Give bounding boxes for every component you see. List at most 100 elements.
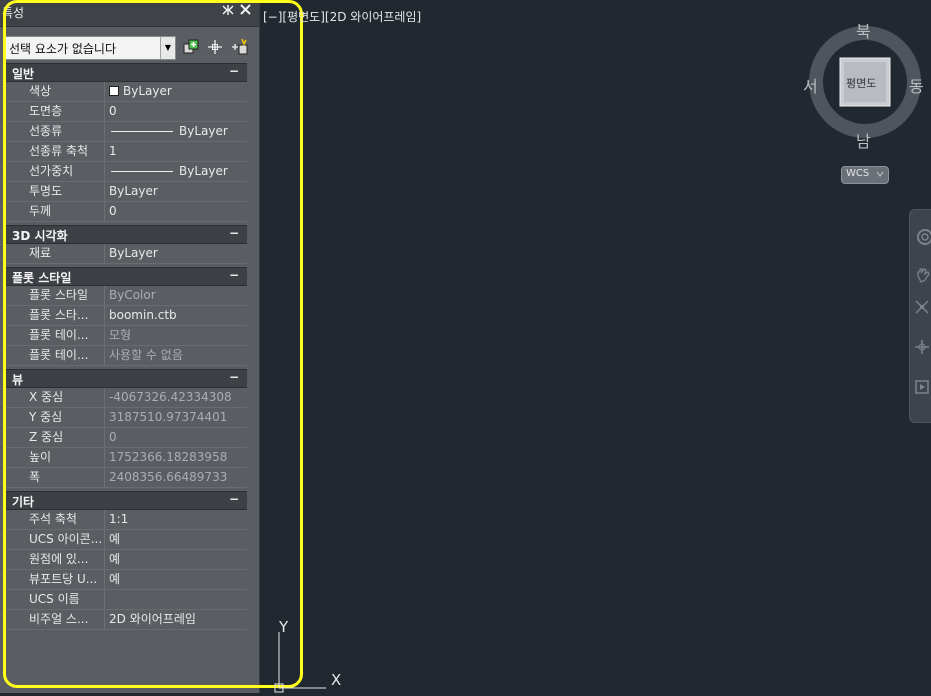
section-view-header[interactable]: 뷰 −	[4, 369, 247, 388]
collapse-icon[interactable]: −	[229, 370, 239, 384]
property-value: 3187510.97374401	[109, 410, 228, 424]
compass-west[interactable]: 서	[803, 73, 818, 97]
property-value[interactable]: ByLayer	[109, 82, 247, 101]
property-row-center-x[interactable]: X 중심 -4067326.42334308	[4, 388, 247, 408]
collapse-icon[interactable]: −	[229, 64, 239, 78]
property-row-lineweight[interactable]: 선가중치 ByLayer	[4, 162, 247, 182]
property-name: Y 중심	[4, 408, 105, 427]
property-name: 색상	[4, 82, 105, 101]
section-general-header[interactable]: 일반 −	[4, 63, 247, 82]
property-row-color[interactable]: 색상 ByLayer	[4, 82, 247, 102]
select-objects-icon[interactable]	[206, 38, 224, 56]
property-row-ucs-icon-on[interactable]: UCS 아이콘... 예	[4, 530, 247, 550]
property-name: 주석 축척	[4, 510, 105, 529]
property-row-center-y[interactable]: Y 중심 3187510.97374401	[4, 408, 247, 428]
orbit-icon[interactable]	[913, 338, 931, 356]
property-row-linetype-scale[interactable]: 선종류 축척 1	[4, 142, 247, 162]
ucs-x-label: X	[331, 671, 342, 689]
property-row-material[interactable]: 재료 ByLayer	[4, 244, 247, 264]
compass-south[interactable]: 남	[856, 128, 871, 152]
wcs-menu[interactable]: WCS	[841, 166, 889, 184]
viewport-controls-label[interactable]: [−][평면도][2D 와이어프레임]	[263, 8, 421, 25]
property-value: 1752366.18283958	[109, 450, 228, 464]
property-name: 재료	[4, 244, 105, 263]
property-name: 선가중치	[4, 162, 105, 181]
section-title: 뷰	[12, 373, 24, 387]
color-swatch-icon	[109, 86, 119, 96]
zoom-extents-icon[interactable]	[913, 298, 931, 316]
property-value[interactable]: boomin.ctb	[109, 306, 247, 325]
section-3d-visualization-header[interactable]: 3D 시각화 −	[4, 225, 247, 244]
lineweight-sample-icon	[111, 171, 173, 172]
property-value: 0	[109, 430, 117, 444]
viewcube[interactable]: 북 남 동 서 평면도	[803, 22, 924, 151]
autohide-icon[interactable]	[222, 4, 234, 19]
property-value[interactable]: 0	[109, 102, 247, 121]
property-name: UCS 아이콘...	[4, 530, 105, 549]
property-value[interactable]: 1:1	[109, 510, 247, 529]
property-value: 2408356.66489733	[109, 470, 228, 484]
property-row-ucs-at-origin[interactable]: 원점에 있... 예	[4, 550, 247, 570]
property-value[interactable]: 예	[109, 550, 247, 569]
section-plot-style-header[interactable]: 플롯 스타일 −	[4, 267, 247, 286]
property-value[interactable]: ByLayer	[109, 162, 247, 181]
ucs-y-label: Y	[279, 618, 289, 636]
property-name: 높이	[4, 448, 105, 467]
property-value[interactable]	[109, 590, 247, 609]
property-value-text: ByLayer	[123, 84, 172, 98]
property-row-ucs-per-viewport[interactable]: 뷰포트당 U... 예	[4, 570, 247, 590]
collapse-icon[interactable]: −	[229, 268, 239, 282]
property-row-plot-style-table[interactable]: 플롯 스타... boomin.ctb	[4, 306, 247, 326]
property-name: 플롯 스타...	[4, 306, 105, 325]
property-row-plot-style[interactable]: 플롯 스타일 ByColor	[4, 286, 247, 306]
property-row-visual-style[interactable]: 비주얼 스... 2D 와이어프레임	[4, 610, 247, 630]
selection-dropdown[interactable]: 선택 요소가 없습니다 ▼	[4, 36, 176, 60]
property-row-height[interactable]: 높이 1752366.18283958	[4, 448, 247, 468]
property-value[interactable]: 2D 와이어프레임	[109, 610, 247, 629]
property-row-plot-table-type[interactable]: 플롯 테이... 사용할 수 없음	[4, 346, 247, 366]
collapse-icon[interactable]: −	[229, 492, 239, 506]
property-value[interactable]: ByLayer	[109, 244, 247, 263]
property-value: -4067326.42334308	[109, 390, 232, 404]
property-row-linetype[interactable]: 선종류 ByLayer	[4, 122, 247, 142]
property-value[interactable]: 1	[109, 142, 247, 161]
property-value[interactable]: 예	[109, 530, 247, 549]
steering-wheel-icon[interactable]	[913, 228, 931, 246]
property-name: 선종류	[4, 122, 105, 141]
pan-hand-icon[interactable]	[913, 266, 931, 284]
property-row-plot-table-attached[interactable]: 플롯 테이... 모형	[4, 326, 247, 346]
wcs-label: WCS	[846, 168, 870, 179]
ucs-icon: Y X	[270, 618, 350, 693]
property-name: 플롯 스타일	[4, 286, 105, 305]
property-row-center-z[interactable]: Z 중심 0	[4, 428, 247, 448]
property-value[interactable]: ByLayer	[109, 182, 247, 201]
showmotion-icon[interactable]	[913, 378, 931, 396]
property-value: 사용할 수 없음	[109, 348, 183, 362]
compass-east[interactable]: 동	[909, 73, 924, 97]
viewcube-face-label[interactable]: 평면도	[846, 75, 876, 91]
property-value[interactable]: ByLayer	[109, 122, 247, 141]
property-row-thickness[interactable]: 두께 0	[4, 202, 247, 222]
property-name: 비주얼 스...	[4, 610, 105, 629]
property-name: 플롯 테이...	[4, 346, 105, 365]
property-row-annotation-scale[interactable]: 주석 축척 1:1	[4, 510, 247, 530]
palette-titlebar[interactable]: 특성	[0, 0, 259, 27]
close-icon[interactable]	[240, 4, 251, 18]
collapse-icon[interactable]: −	[229, 226, 239, 240]
compass-north[interactable]: 북	[856, 18, 871, 42]
property-value[interactable]: 0	[109, 202, 247, 221]
property-name: 폭	[4, 468, 105, 487]
chevron-down-icon[interactable]: ▼	[160, 37, 175, 59]
property-name: Z 중심	[4, 428, 105, 447]
property-row-transparency[interactable]: 투명도 ByLayer	[4, 182, 247, 202]
property-value[interactable]: 예	[109, 570, 247, 589]
section-title: 일반	[12, 67, 35, 81]
property-row-width[interactable]: 폭 2408356.66489733	[4, 468, 247, 488]
toggle-pickadd-icon[interactable]	[182, 38, 200, 56]
property-row-layer[interactable]: 도면층 0	[4, 102, 247, 122]
property-row-ucs-name[interactable]: UCS 이름	[4, 590, 247, 610]
quick-select-icon[interactable]	[230, 38, 248, 56]
section-misc-header[interactable]: 기타 −	[4, 491, 247, 510]
palette-title: 특성	[2, 6, 25, 20]
property-name: 도면층	[4, 102, 105, 121]
